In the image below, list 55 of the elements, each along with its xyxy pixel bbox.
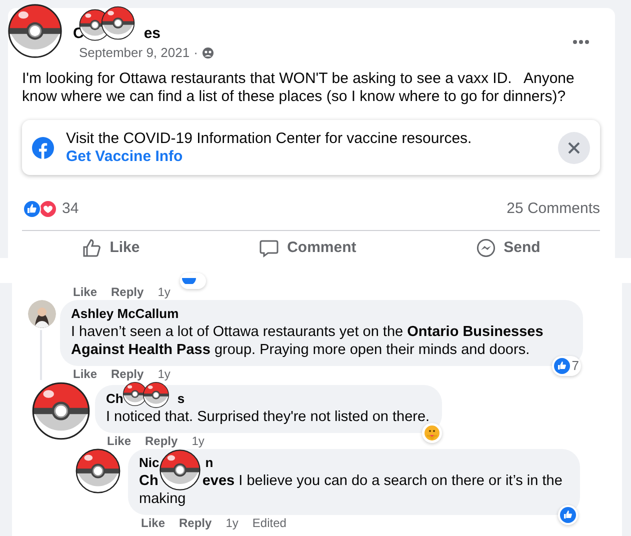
comment-time: 1y [192, 433, 204, 449]
reaction-count[interactable]: 34 [62, 198, 79, 220]
comment-text: I haven’t seen a lot of Ottawa restaurants yet on the Ontario Businesses Against Health Pass group. Praying more open their minds and doors. [71, 323, 544, 359]
ball-sticker-icon [142, 381, 170, 409]
like-link[interactable]: Like [73, 284, 98, 300]
comment-text: Ch eves I believe you can do a search on there or it’s in the making [139, 472, 564, 508]
post-date: September 9, 2021 [79, 44, 190, 62]
avatar [28, 300, 56, 328]
commenter-name: n [205, 455, 214, 470]
comments-count[interactable]: 25 Comments [506, 198, 600, 220]
reaction-count: 7 [572, 357, 579, 375]
edited-label: Edited [252, 515, 286, 531]
thumbs-up-icon [82, 238, 102, 258]
commenter-name: Ashley McCallum [71, 306, 179, 321]
commenter-name: s [177, 391, 185, 406]
ball-sticker-icon [122, 381, 148, 407]
speech-bubble-icon [259, 238, 280, 258]
like-link[interactable]: Like [141, 515, 166, 531]
reply-link[interactable]: Reply [111, 366, 144, 382]
reaction-badge[interactable] [422, 423, 442, 443]
like-reaction-icon [560, 507, 576, 523]
like-link[interactable]: Like [73, 366, 98, 382]
send-button[interactable]: Send [470, 231, 546, 265]
reply-link[interactable]: Reply [111, 284, 144, 300]
ball-sticker-icon [74, 447, 122, 495]
comment-button[interactable]: Comment [253, 231, 362, 265]
commenter-name: Ch [106, 391, 124, 406]
reaction-icons [22, 200, 58, 218]
reaction-badge[interactable]: 7 [552, 356, 581, 376]
comment-time: 1y [158, 284, 170, 300]
like-button[interactable]: Like [76, 231, 146, 265]
messenger-icon [476, 238, 496, 258]
reply-link[interactable]: Reply [145, 433, 178, 449]
close-icon [568, 142, 580, 154]
ball-sticker-icon [30, 380, 92, 442]
like-link[interactable]: Like [107, 433, 132, 449]
comment-time: 1y [226, 515, 238, 531]
author-name: es [144, 25, 161, 42]
close-button[interactable] [558, 132, 590, 164]
facebook-logo-icon [32, 136, 54, 158]
separator-dot: · [194, 44, 198, 62]
info-text: Visit the COVID-19 Information Center for vaccine resources. [66, 130, 473, 148]
comment-time: 1y [158, 366, 170, 382]
like-reaction-icon [554, 358, 570, 374]
post-text: I'm looking for Ottawa restaurants that WON'T be asking to see a vaxx ID. Anyone know where we can find a list of these places (so I know where to go for dinners)? [22, 70, 576, 106]
ball-sticker-icon [158, 448, 202, 492]
like-reaction-icon [182, 278, 196, 284]
commenter-name: Nic [139, 455, 160, 470]
reaction-badge[interactable] [180, 273, 206, 289]
comment-text: I noticed that. Surprised they're not listed on there. [106, 408, 430, 426]
more-icon [573, 40, 589, 44]
vaccine-info-link[interactable]: Get Vaccine Info [66, 148, 183, 164]
hug-emoji-icon [424, 425, 440, 441]
reaction-badge[interactable] [558, 505, 578, 525]
reply-link[interactable]: Reply [179, 515, 212, 531]
